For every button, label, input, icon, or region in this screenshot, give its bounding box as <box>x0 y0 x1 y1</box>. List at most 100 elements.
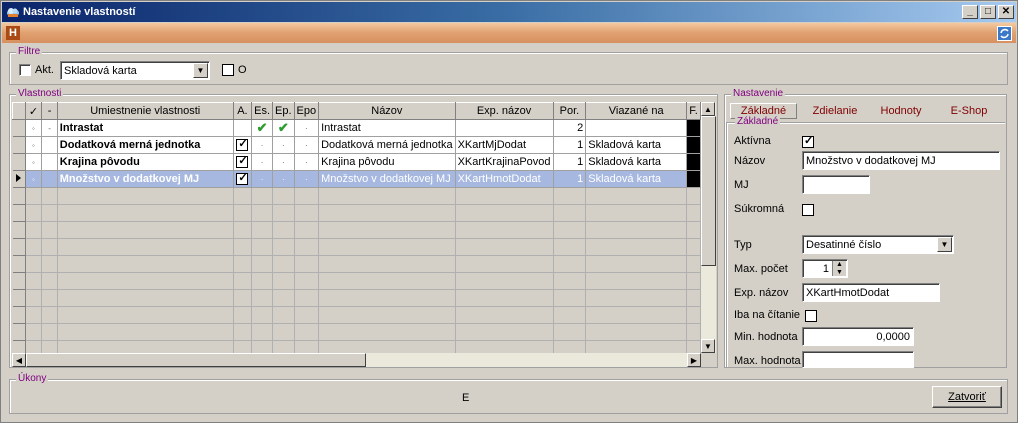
cell-a-checkbox[interactable] <box>236 171 249 186</box>
tab-zdielanie[interactable]: Zdielanie <box>802 103 868 119</box>
cell-es[interactable]: · <box>251 153 274 171</box>
o-checkbox[interactable] <box>222 64 234 76</box>
cell-a-checkbox[interactable] <box>236 137 249 152</box>
cell-epo[interactable]: · <box>294 153 320 171</box>
h-menu-button[interactable]: H <box>6 26 20 40</box>
nazov-input[interactable]: Množstvo v dodatkovej MJ <box>802 151 1000 170</box>
scroll-down-icon[interactable]: ▼ <box>701 339 715 353</box>
table-row[interactable]: ◦Krajina pôvodu···Krajina pôvoduXKartKra… <box>12 153 701 171</box>
cell-por[interactable]: 1 <box>553 136 587 154</box>
row-indicator[interactable] <box>12 136 26 154</box>
cell-location[interactable]: Dodatková merná jednotka <box>57 136 234 154</box>
header-col-minus[interactable]: - <box>41 102 58 120</box>
cell-minus[interactable] <box>41 170 58 188</box>
cell-bound[interactable]: Skladová karta <box>585 153 688 171</box>
cell-a-checkbox[interactable] <box>236 154 249 169</box>
cell-name[interactable]: Krajina pôvodu <box>318 153 456 171</box>
cell-dot[interactable]: ◦ <box>25 136 43 154</box>
cell-name[interactable]: Dodatková merná jednotka <box>318 136 456 154</box>
cell-ep[interactable]: · <box>272 153 295 171</box>
header-col-exp-name[interactable]: Exp. názov <box>454 102 554 120</box>
aktivna-checkbox[interactable] <box>802 134 814 148</box>
iba-checkbox[interactable] <box>805 310 817 322</box>
header-col-epo[interactable]: Epo <box>293 102 320 120</box>
scroll-left-icon[interactable]: ◀ <box>12 353 26 367</box>
akt-checkbox[interactable] <box>19 64 31 76</box>
table-row[interactable]: ◦Dodatková merná jednotka···Dodatková me… <box>12 136 701 154</box>
cell-por[interactable]: 1 <box>553 153 587 171</box>
minimize-button[interactable]: _ <box>962 5 978 19</box>
sukromna-checkbox[interactable] <box>802 204 814 216</box>
header-col-location[interactable]: Umiestnenie vlastnosti <box>56 102 234 120</box>
cell-es[interactable]: · <box>251 170 274 188</box>
cell-name[interactable]: Množstvo v dodatkovej MJ <box>318 170 456 188</box>
row-indicator[interactable] <box>12 153 26 171</box>
cell-exp[interactable]: XKartKrajinaPovod <box>455 153 554 171</box>
cell-bound[interactable] <box>585 119 688 137</box>
dropdown-arrow-icon[interactable]: ▼ <box>193 63 208 78</box>
table-row[interactable]: ◦ - Intrastat ✔ ✔ · Intrastat 2 <box>12 119 701 137</box>
horizontal-scrollbar[interactable]: ◀ ▶ <box>12 353 701 367</box>
typ-dropdown-icon[interactable]: ▼ <box>937 237 952 252</box>
cell-epo[interactable]: · <box>294 119 320 137</box>
cell-es[interactable]: · <box>251 136 274 154</box>
cell-minus[interactable]: - <box>41 119 58 137</box>
max-pocet-input[interactable]: 1 ▲ ▼ <box>802 259 848 278</box>
mj-input[interactable] <box>802 175 870 194</box>
cell-exp[interactable]: XKartHmotDodat <box>455 170 554 188</box>
cell-a[interactable] <box>233 119 253 137</box>
cell-es[interactable]: ✔ <box>251 119 274 137</box>
refresh-button[interactable] <box>997 26 1012 41</box>
cell-a[interactable] <box>233 170 253 188</box>
cell-location[interactable]: Množstvo v dodatkovej MJ <box>57 170 234 188</box>
min-hodnota-input[interactable]: 0,0000 <box>802 327 914 346</box>
close-action-button[interactable]: Zatvoriť <box>932 386 1002 408</box>
scroll-right-icon[interactable]: ▶ <box>687 353 701 367</box>
cell-dot[interactable]: ◦ <box>25 119 43 137</box>
cell-dot[interactable]: ◦ <box>25 153 43 171</box>
cell-exp[interactable] <box>455 119 554 137</box>
cell-exp[interactable]: XKartMjDodat <box>455 136 554 154</box>
close-button[interactable]: ✕ <box>998 5 1014 19</box>
cell-a[interactable] <box>233 153 253 171</box>
row-indicator[interactable] <box>12 170 26 188</box>
cell-a[interactable] <box>233 136 253 154</box>
title-bar[interactable]: Nastavenie vlastností _ □ ✕ <box>2 2 1016 22</box>
cell-ep[interactable]: ✔ <box>272 119 295 137</box>
horizontal-scroll-thumb[interactable] <box>26 353 366 367</box>
header-col-bound[interactable]: Viazané na <box>585 102 688 120</box>
header-col-check[interactable]: ✓ <box>24 102 43 120</box>
cell-dot[interactable]: ◦ <box>25 170 43 188</box>
table-row[interactable]: ◦Množstvo v dodatkovej MJ···Množstvo v d… <box>12 170 701 188</box>
cell-minus[interactable] <box>41 153 58 171</box>
cell-bound[interactable]: Skladová karta <box>585 136 688 154</box>
vertical-scroll-thumb[interactable] <box>701 116 716 266</box>
cell-ep[interactable]: · <box>272 170 295 188</box>
header-col-es[interactable]: Es. <box>251 102 274 120</box>
header-col-name[interactable]: Názov <box>318 102 456 120</box>
maximize-button[interactable]: □ <box>980 5 996 19</box>
cell-ep[interactable]: · <box>272 136 295 154</box>
row-indicator[interactable] <box>12 119 26 137</box>
header-col-por[interactable]: Por. <box>552 102 587 120</box>
scroll-up-icon[interactable]: ▲ <box>701 102 715 116</box>
cell-location[interactable]: Intrastat <box>57 119 234 137</box>
spinner-icon[interactable]: ▲ ▼ <box>832 261 846 276</box>
max-hodnota-input[interactable] <box>802 351 914 368</box>
header-col-f[interactable]: F. <box>686 102 701 120</box>
cell-epo[interactable]: · <box>294 170 320 188</box>
cell-minus[interactable] <box>41 136 58 154</box>
properties-grid[interactable]: ✓ - Umiestnenie vlastnosti A. Es. Ep. Epo Názov… <box>12 102 701 353</box>
cell-epo[interactable]: · <box>294 136 320 154</box>
header-col-ep[interactable]: Ep. <box>272 102 295 120</box>
filter-select[interactable]: Skladová karta ▼ <box>60 61 210 80</box>
vertical-scrollbar[interactable]: ▲ ▼ <box>701 102 716 353</box>
cell-location[interactable]: Krajina pôvodu <box>57 153 234 171</box>
cell-name[interactable]: Intrastat <box>318 119 456 137</box>
tab-eshop[interactable]: E-Shop <box>937 103 1001 119</box>
exp-nazov-input[interactable]: XKartHmotDodat <box>802 283 940 302</box>
cell-bound[interactable]: Skladová karta <box>585 170 688 188</box>
cell-por[interactable]: 2 <box>553 119 587 137</box>
header-col-a[interactable]: A. <box>232 102 253 120</box>
typ-select[interactable]: Desatinné číslo ▼ <box>802 235 954 254</box>
